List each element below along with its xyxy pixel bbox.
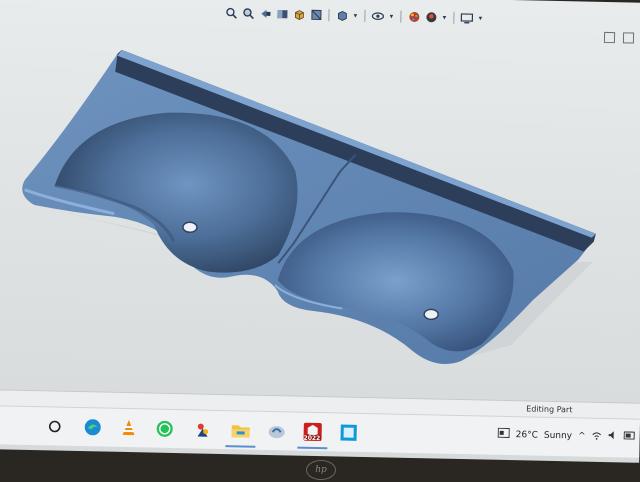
chevron-up-icon[interactable]: ^ xyxy=(578,431,586,441)
solidworks-2022-button[interactable]: 2022 xyxy=(299,419,326,446)
monitor-screen: ▾ ▾ ▾ ▾ Editing Part 2022 26°C Sunny ^ xyxy=(0,0,640,463)
screen-app-button[interactable] xyxy=(335,419,362,446)
whatsapp-button[interactable] xyxy=(151,416,178,443)
network-icon[interactable] xyxy=(591,430,601,443)
volume-icon[interactable] xyxy=(607,430,617,443)
whatsapp-icon xyxy=(156,420,173,437)
edge-icon xyxy=(84,419,101,436)
vlc-cone-icon xyxy=(122,420,135,436)
folder-icon xyxy=(231,425,250,438)
edge-button[interactable] xyxy=(79,414,106,441)
solidworks-explorer-button[interactable] xyxy=(189,416,216,443)
battery-icon[interactable] xyxy=(623,431,635,442)
active-app-indicator xyxy=(297,446,328,450)
search-button[interactable] xyxy=(41,413,68,440)
hp-logo: hp xyxy=(306,460,336,480)
weather-icon[interactable] xyxy=(497,427,510,441)
solidworks-explorer-icon xyxy=(197,423,209,437)
weather-temperature[interactable]: 26°C xyxy=(516,430,538,440)
status-text: Editing Part xyxy=(526,404,573,415)
weather-condition[interactable]: Sunny xyxy=(544,430,572,441)
app-icon xyxy=(268,426,285,439)
search-circle-icon xyxy=(48,420,61,433)
system-tray: 26°C Sunny ^ xyxy=(497,427,636,444)
file-explorer-button[interactable] xyxy=(227,417,254,444)
app-button[interactable] xyxy=(263,418,290,445)
active-app-indicator xyxy=(225,445,256,448)
screen-icon xyxy=(340,424,357,441)
vlc-button[interactable] xyxy=(115,415,142,442)
solidworks-version-badge: 2022 xyxy=(303,434,321,443)
graphics-area[interactable]: ▾ ▾ ▾ ▾ xyxy=(0,0,640,403)
double-sink-model[interactable] xyxy=(0,0,640,403)
